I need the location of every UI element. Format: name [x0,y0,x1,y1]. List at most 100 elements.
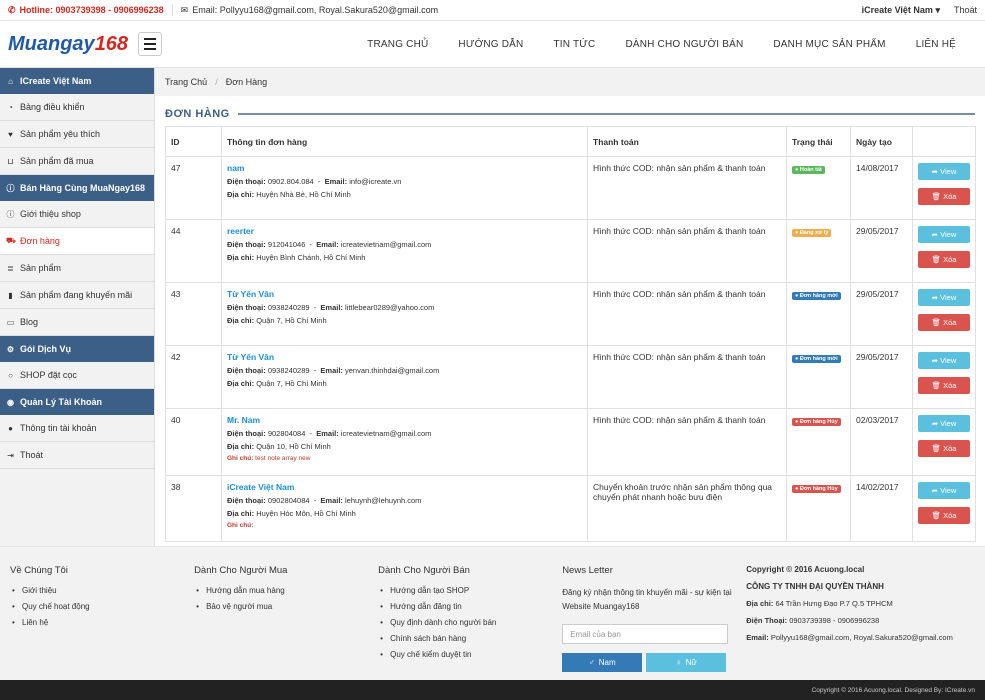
col-date: Ngày tạo [850,126,913,157]
sidebar-item-dashboard[interactable]: ◔ Bảng điều khiển [0,94,154,121]
info-icon: ⓘ [6,183,15,193]
view-button[interactable]: ➦ View [918,289,970,306]
user-menu[interactable]: iCreate Việt Nam ▾ [862,5,940,16]
status-badge: ● Hoàn tất [792,166,825,174]
table-row: 38 iCreate Việt Nam Điện thoại: 09028040… [165,475,976,542]
view-button[interactable]: ➦ View [918,352,970,369]
customer-name[interactable]: Từ Yến Vân [227,352,582,362]
footer-link[interactable]: Chính sách bán hàng [378,634,562,643]
status-icon: ● [795,167,799,173]
menu-toggle-button[interactable] [138,32,162,56]
view-button[interactable]: ➦ View [918,415,970,432]
nav-guide[interactable]: HƯỚNG DẪN [443,39,538,50]
breadcrumb: Trang Chủ / Đơn Hàng [155,68,985,96]
status-icon: ● [795,419,799,425]
trash-icon: 🗑 [931,381,942,390]
order-date: 29/05/2017 [850,282,913,346]
contact-email: ✉ Email: Pollyyu168@gmail.com, Royal.Saku… [180,4,439,16]
nav-news[interactable]: TIN TỨC [538,39,610,50]
main-nav: TRANG CHỦ HƯỚNG DẪN TIN TỨC DÀNH CHO NGƯ… [352,39,971,50]
order-actions: ➦ View 🗑 Xóa [912,219,976,283]
sidebar-item-logout[interactable]: ⇥ Thoát [0,442,154,469]
delete-button[interactable]: 🗑 Xóa [918,251,970,268]
subscribe-female-button[interactable]: ♀ Nữ [646,653,727,672]
footer-about: Về Chúng Tôi Giới thiệuQuy chế hoạt động… [10,547,194,680]
order-info: reerter Điện thoại: 912041046 - Email: i… [221,219,588,283]
heart-icon: ♥ [8,129,13,139]
sidebar-item-products[interactable]: ≣ Sản phẩm [0,255,154,282]
order-info: Từ Yến Vân Điện thoại: 0938240289 - Emai… [221,282,588,346]
footer: Về Chúng Tôi Giới thiệuQuy chế hoạt động… [0,546,985,680]
sidebar-item-orders[interactable]: ⛟ Đơn hàng [0,228,154,255]
delete-button[interactable]: 🗑 Xóa [918,314,970,331]
footer-link[interactable]: Hướng dẫn đăng tin [378,602,562,611]
logo[interactable]: Muangay168 [8,34,128,54]
status-badge: ● Đơn hàng Hủy [792,485,841,493]
delete-button[interactable]: 🗑 Xóa [918,507,970,524]
share-icon: ➦ [931,293,939,302]
trash-icon: 🗑 [931,192,942,201]
payment-method: Chuyển khoản trước nhận sản phẩm thông q… [587,475,787,542]
customer-name[interactable]: nam [227,163,582,173]
breadcrumb-home[interactable]: Trang Chủ [165,77,207,87]
share-icon: ➦ [931,356,939,365]
database-icon: ≣ [7,263,14,273]
top-bar: ✆ Hotline: 0903739398 - 0906996238 ✉ Email… [0,0,985,21]
footer-sellers: Dành Cho Người Bán Hướng dẫn tạo SHOPHướ… [378,547,562,680]
view-button[interactable]: ➦ View [918,226,970,243]
payment-method: Hình thức COD: nhận sản phẩm & thanh toá… [587,219,787,283]
nav-contact[interactable]: LIÊN HỆ [901,39,971,50]
trash-icon: 🗑 [931,255,942,264]
sidebar-item-shop-deposit[interactable]: ○ SHOP đặt cọc [0,362,154,389]
footer-link[interactable]: Liên hệ [10,618,194,627]
footer-link[interactable]: Quy định dành cho người bán [378,618,562,627]
cart-icon: ⛟ [6,236,17,245]
order-info: Mr. Nam Điện thoại: 902804084 - Email: i… [221,408,588,476]
sidebar-item-shop-intro[interactable]: ⓘ Giới thiệu shop [0,201,154,228]
customer-name[interactable]: iCreate Việt Nam [227,482,582,492]
circle-icon: ○ [8,370,13,380]
footer-link[interactable]: Hướng dẫn tạo SHOP [378,586,562,595]
footer-link[interactable]: Giới thiệu [10,586,194,595]
caret-down-icon: ▾ [935,4,940,15]
view-button[interactable]: ➦ View [918,482,970,499]
nav-sellers[interactable]: DÀNH CHO NGƯỜI BÁN [610,39,758,50]
female-icon: ♀ [675,658,682,667]
delete-button[interactable]: 🗑 Xóa [918,377,970,394]
delete-button[interactable]: 🗑 Xóa [918,440,970,457]
status-icon: ● [795,356,799,362]
nav-home[interactable]: TRANG CHỦ [352,39,443,50]
sidebar-item-account-info[interactable]: ● Thông tin tài khoản [0,415,154,442]
sidebar-item-blog[interactable]: ▭ Blog [0,309,154,336]
footer-link[interactable]: Bảo vệ người mua [194,602,378,611]
newsletter-email-input[interactable]: Email của bạn [562,624,729,644]
order-status: ● Đơn hàng Hủy [786,408,851,476]
sidebar-header-account[interactable]: ⌂ ICreate Việt Nam [0,68,154,94]
trash-icon: 🗑 [931,511,942,520]
sidebar-item-promotions[interactable]: ▮ Sản phẩm đang khuyến mãi [0,282,154,309]
logout-link[interactable]: Thoát [954,5,977,15]
footer-link[interactable]: Quy chế kiểm duyệt tin [378,650,562,659]
customer-name[interactable]: reerter [227,226,582,236]
nav-categories[interactable]: DANH MỤC SẢN PHẨM [758,39,900,50]
footer-link[interactable]: Quy chế hoạt động [10,602,194,611]
order-date: 29/05/2017 [850,345,913,409]
delete-button[interactable]: 🗑 Xóa [918,188,970,205]
share-icon: ➦ [931,230,939,239]
sidebar-header-services[interactable]: ⚙ Gói Dịch Vụ [0,336,154,362]
status-badge: ● Đơn hàng Hủy [792,418,841,426]
sidebar-item-favorites[interactable]: ♥ Sản phẩm yêu thích [0,121,154,148]
sidebar-item-purchased[interactable]: ⊔ Sản phẩm đã mua [0,148,154,175]
customer-name[interactable]: Từ Yến Vân [227,289,582,299]
col-status: Trạng thái [786,126,851,157]
hotline: ✆ Hotline: 0903739398 - 0906996238 [8,4,164,16]
order-date: 14/08/2017 [850,156,913,220]
view-button[interactable]: ➦ View [918,163,970,180]
sidebar-header-account-mgmt[interactable]: ◉ Quản Lý Tài Khoản [0,389,154,415]
sidebar-header-selling[interactable]: ⓘ Bán Hàng Cùng MuaNgay168 [0,175,154,201]
info-circle-icon: ⓘ [6,209,15,219]
customer-name[interactable]: Mr. Nam [227,415,582,425]
subscribe-male-button[interactable]: ♂ Nam [562,653,643,672]
footer-link[interactable]: Hướng dẫn mua hàng [194,586,378,595]
order-actions: ➦ View 🗑 Xóa [912,282,976,346]
